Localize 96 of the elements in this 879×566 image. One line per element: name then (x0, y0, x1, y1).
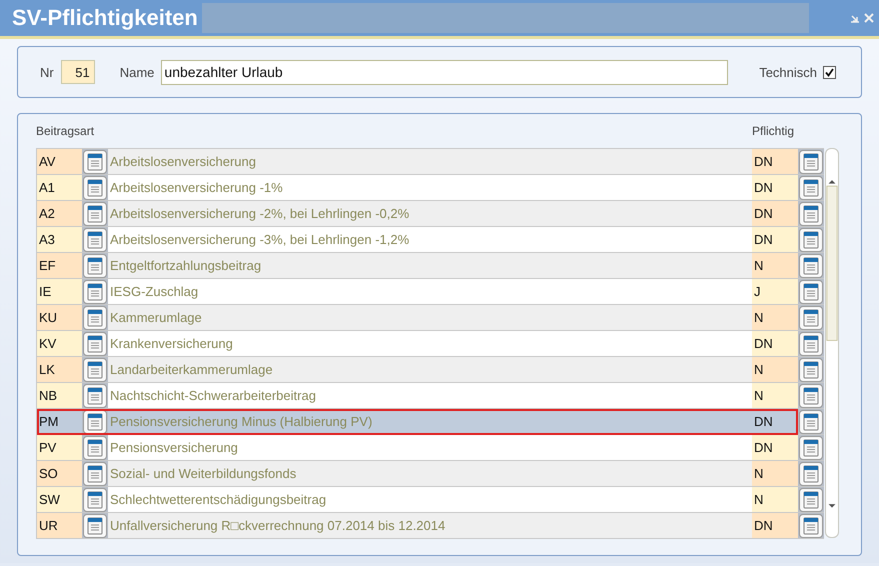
notepad-button[interactable] (799, 436, 823, 460)
notepad-button[interactable] (799, 280, 823, 304)
table-row[interactable]: A3 Arbeitslosenversicherung -3%, bei Lehrlingen -1,2% DN (37, 227, 798, 253)
table-cell: Arbeitslosenversicherung -1% (108, 175, 752, 201)
table-cell: N (752, 487, 798, 513)
notepad-button[interactable] (799, 306, 823, 330)
field-label: Name (120, 64, 154, 80)
notepad-button[interactable] (799, 384, 823, 408)
table-cell: DN (752, 149, 798, 175)
table-row[interactable]: NB Nachtschicht-Schwerarbeiterbeitrag N (37, 383, 798, 409)
notepad-button[interactable] (799, 254, 823, 278)
table-cell: Schlechtwetterentschädigungsbeitrag (108, 487, 752, 513)
notepad-button[interactable] (83, 436, 107, 460)
number-field[interactable]: 51 (60, 60, 95, 84)
table-row[interactable]: AV Arbeitslosenversicherung DN (37, 149, 798, 175)
table-row[interactable]: UR Unfallversicherung R□ckverrechnung 07.2014 bis 12.2014 DN (37, 513, 798, 539)
table-cell: A2 (37, 201, 82, 227)
table-cell: PV (37, 435, 82, 461)
table-cell: Entgeltfortzahlungsbeitrag (108, 253, 752, 279)
notepad-button[interactable] (83, 332, 107, 356)
notepad-button[interactable] (83, 254, 107, 278)
table-row[interactable]: IE IESG-Zuschlag J (37, 279, 798, 305)
table-cell: Arbeitslosenversicherung -2%, bei Lehrlingen -0,2% (108, 201, 752, 227)
table-cell: Arbeitslosenversicherung -3%, bei Lehrlingen -1,2% (108, 227, 752, 253)
notepad-button[interactable] (799, 410, 823, 434)
table-cell: N (752, 383, 798, 409)
notepad-button[interactable] (83, 202, 107, 226)
notepad-button[interactable] (799, 150, 823, 174)
table-cell: Kammerumlage (108, 305, 752, 331)
table-cell: N (752, 253, 798, 279)
table-cell: KV (37, 331, 82, 357)
notepad-button[interactable] (83, 410, 107, 434)
table-cell: Pensionsversicherung (108, 435, 752, 461)
notepad-button[interactable] (83, 462, 107, 486)
table-cell: NB (37, 383, 82, 409)
column-header: Pflichtig (752, 124, 794, 140)
table-cell: DN (752, 513, 798, 539)
table-cell: N (752, 357, 798, 383)
notepad-button[interactable] (83, 358, 107, 382)
table-row[interactable]: KU Kammerumlage N (37, 305, 798, 331)
notepad-button[interactable] (83, 488, 107, 512)
table-row[interactable]: A2 Arbeitslosenversicherung -2%, bei Lehrlingen -0,2% DN (37, 201, 798, 227)
notepad-button[interactable] (799, 202, 823, 226)
table-row[interactable]: KV Krankenversicherung DN (37, 331, 798, 357)
table-cell: DN (752, 331, 798, 357)
table-cell: Landarbeiterkammerumlage (108, 357, 752, 383)
notepad-button[interactable] (799, 228, 823, 252)
table-cell: A1 (37, 175, 82, 201)
table-cell: UR (37, 513, 82, 539)
notepad-button[interactable] (83, 280, 107, 304)
notepad-button[interactable] (799, 176, 823, 200)
notepad-button[interactable] (799, 488, 823, 512)
notepad-button[interactable] (799, 462, 823, 486)
table-cell: N (752, 305, 798, 331)
table-cell: EF (37, 253, 82, 279)
table-cell: DN (752, 227, 798, 253)
table-row[interactable]: EF Entgeltfortzahlungsbeitrag N (37, 253, 798, 279)
table-cell: Nachtschicht-Schwerarbeiterbeitrag (108, 383, 752, 409)
notepad-button[interactable] (799, 514, 823, 538)
notepad-button[interactable] (83, 176, 107, 200)
table-cell: N (752, 461, 798, 487)
notepad-button[interactable] (799, 332, 823, 356)
table-row[interactable]: SO Sozial- und Weiterbildungsfonds N (37, 461, 798, 487)
notepad-button[interactable] (83, 384, 107, 408)
column-header: Beitragsart (36, 124, 94, 138)
table-cell: SO (37, 461, 82, 487)
notepad-button[interactable] (83, 514, 107, 538)
scrollbar[interactable] (825, 148, 839, 538)
table-cell: SW (37, 487, 82, 513)
table-row[interactable]: SW Schlechtwetterentschädigungsbeitrag N (37, 487, 798, 513)
table-cell: Krankenversicherung (108, 331, 752, 357)
table-cell: J (752, 279, 798, 305)
table-cell: DN (752, 435, 798, 461)
name-field[interactable]: unbezahlter Urlaub (161, 60, 728, 84)
table-cell: Arbeitslosenversicherung (108, 149, 752, 175)
table-cell: KU (37, 305, 82, 331)
checkbox-label: Technisch (759, 64, 817, 80)
table-row[interactable]: LK Landarbeiterkammerumlage N (37, 357, 798, 383)
notepad-button[interactable] (83, 150, 107, 174)
table-cell: Unfallversicherung R□ckverrechnung 07.2014 bis 12.2014 (108, 513, 752, 539)
table-cell: AV (37, 149, 82, 175)
table-cell: IESG-Zuschlag (108, 279, 752, 305)
notepad-button[interactable] (83, 228, 107, 252)
table-cell: A3 (37, 227, 82, 253)
checkbox[interactable] (823, 66, 836, 78)
table-cell: LK (37, 357, 82, 383)
notepad-button[interactable] (83, 306, 107, 330)
table-row[interactable]: A1 Arbeitslosenversicherung -1% DN (37, 175, 798, 201)
table-cell: Sozial- und Weiterbildungsfonds (108, 461, 752, 487)
table-row[interactable]: PV Pensionsversicherung DN (37, 435, 798, 461)
table-cell: DN (752, 201, 798, 227)
field-label: Nr (40, 64, 54, 80)
notepad-button[interactable] (799, 358, 823, 382)
table-cell: IE (37, 279, 82, 305)
table-cell: DN (752, 175, 798, 201)
table-row[interactable]: PM Pensionsversicherung Minus (Halbierung PV) DN (37, 409, 798, 435)
